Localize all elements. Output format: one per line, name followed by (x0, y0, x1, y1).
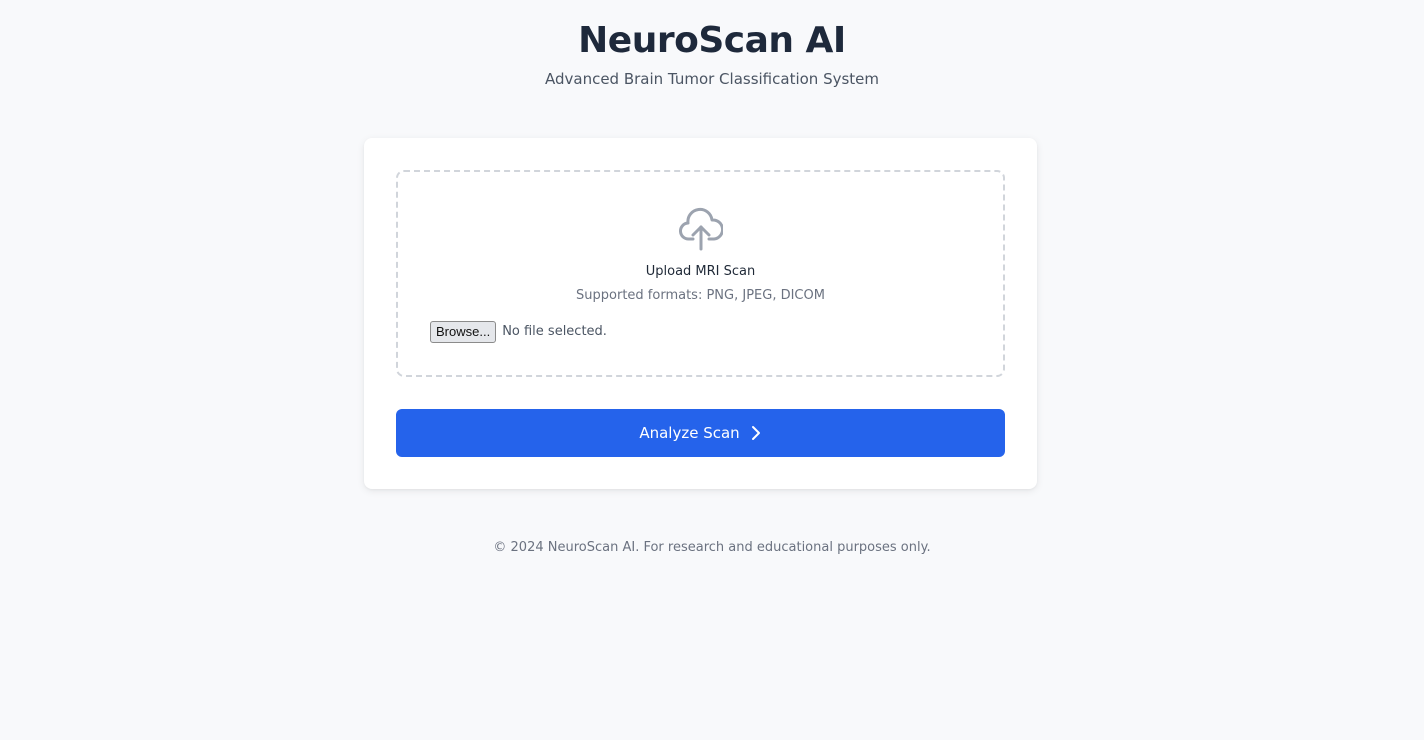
page-subtitle: Advanced Brain Tumor Classification Syst… (544, 70, 880, 88)
upload-title: Upload MRI Scan (645, 264, 756, 279)
file-input[interactable]: Browse... No file selected. (430, 321, 607, 343)
analyze-scan-button[interactable]: Analyze Scan (396, 409, 1005, 457)
page-title: NeuroScan AI (578, 20, 846, 61)
analyze-button-label: Analyze Scan (639, 424, 740, 442)
page-header: NeuroScan AI Advanced Brain Tumor Classi… (0, 0, 1424, 89)
upload-card: Upload MRI Scan Supported formats: PNG, … (364, 138, 1037, 489)
cloud-upload-icon (678, 207, 723, 251)
supported-formats-text: Supported formats: PNG, JPEG, DICOM (576, 288, 825, 303)
footer-text: © 2024 NeuroScan AI. For research and ed… (493, 540, 931, 555)
chevron-right-icon (751, 426, 760, 440)
file-dropzone[interactable]: Upload MRI Scan Supported formats: PNG, … (396, 170, 1005, 377)
browse-button[interactable]: Browse... (430, 321, 497, 343)
file-status-text: No file selected. (502, 324, 607, 339)
